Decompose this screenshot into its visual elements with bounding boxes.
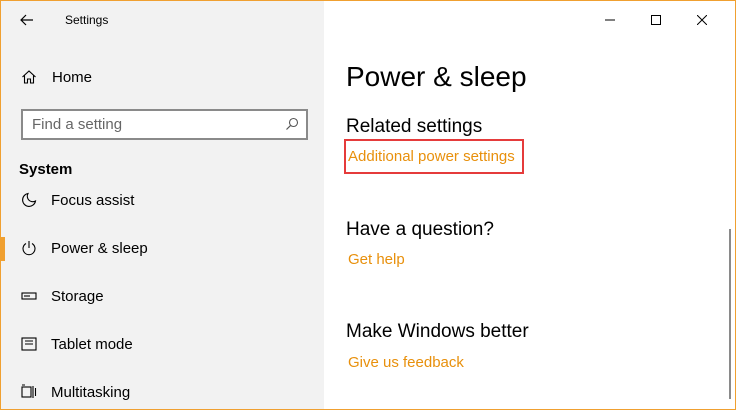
minimize-button[interactable] bbox=[587, 1, 633, 39]
search-input[interactable] bbox=[23, 111, 273, 138]
nav-item-label: Focus assist bbox=[51, 192, 135, 209]
make-windows-better-heading: Make Windows better bbox=[346, 321, 529, 342]
nav-item-label: Power & sleep bbox=[51, 240, 148, 257]
section-title-system: System bbox=[19, 161, 73, 178]
nav-item-home-label: Home bbox=[52, 69, 93, 86]
nav-item-label: Multitasking bbox=[51, 384, 131, 401]
back-button[interactable] bbox=[13, 7, 41, 33]
content-pane: Power & sleep Related settings Additiona… bbox=[324, 1, 735, 409]
nav-item-power-sleep[interactable]: Power & sleep bbox=[1, 229, 324, 269]
multitasking-icon bbox=[21, 384, 37, 398]
home-icon bbox=[22, 70, 36, 84]
nav-item-label: Storage bbox=[51, 288, 104, 305]
selection-indicator bbox=[1, 237, 5, 261]
have-a-question-heading: Have a question? bbox=[346, 219, 494, 240]
nav-item-label: Tablet mode bbox=[51, 336, 133, 353]
nav-item-multitasking[interactable]: Multitasking bbox=[1, 373, 324, 409]
search-box[interactable] bbox=[21, 109, 308, 140]
navigation-pane: Settings Home System Focus assist bbox=[1, 1, 324, 409]
minimize-icon bbox=[605, 19, 615, 21]
back-arrow-icon bbox=[20, 14, 33, 26]
maximize-button[interactable] bbox=[633, 1, 679, 39]
nav-item-home[interactable]: Home bbox=[1, 63, 324, 91]
settings-window: Settings Home System Focus assist bbox=[0, 0, 736, 410]
nav-item-focus-assist[interactable]: Focus assist bbox=[1, 181, 324, 221]
close-icon bbox=[697, 15, 707, 25]
give-us-feedback-link[interactable]: Give us feedback bbox=[348, 354, 464, 371]
search-icon[interactable] bbox=[285, 117, 299, 131]
power-icon bbox=[22, 241, 36, 256]
moon-icon bbox=[22, 192, 37, 207]
storage-icon bbox=[21, 292, 37, 300]
related-settings-heading: Related settings bbox=[346, 116, 483, 137]
nav-item-storage[interactable]: Storage bbox=[1, 277, 324, 317]
close-button[interactable] bbox=[679, 1, 725, 39]
app-title: Settings bbox=[65, 13, 109, 27]
nav-item-tablet-mode[interactable]: Tablet mode bbox=[1, 325, 324, 365]
tablet-mode-icon bbox=[21, 337, 37, 351]
additional-power-settings-link[interactable]: Additional power settings bbox=[348, 148, 515, 165]
maximize-icon bbox=[651, 15, 661, 25]
get-help-link[interactable]: Get help bbox=[348, 251, 405, 268]
scrollbar[interactable] bbox=[729, 229, 731, 399]
page-title: Power & sleep bbox=[346, 61, 527, 92]
caption-buttons bbox=[587, 1, 735, 39]
